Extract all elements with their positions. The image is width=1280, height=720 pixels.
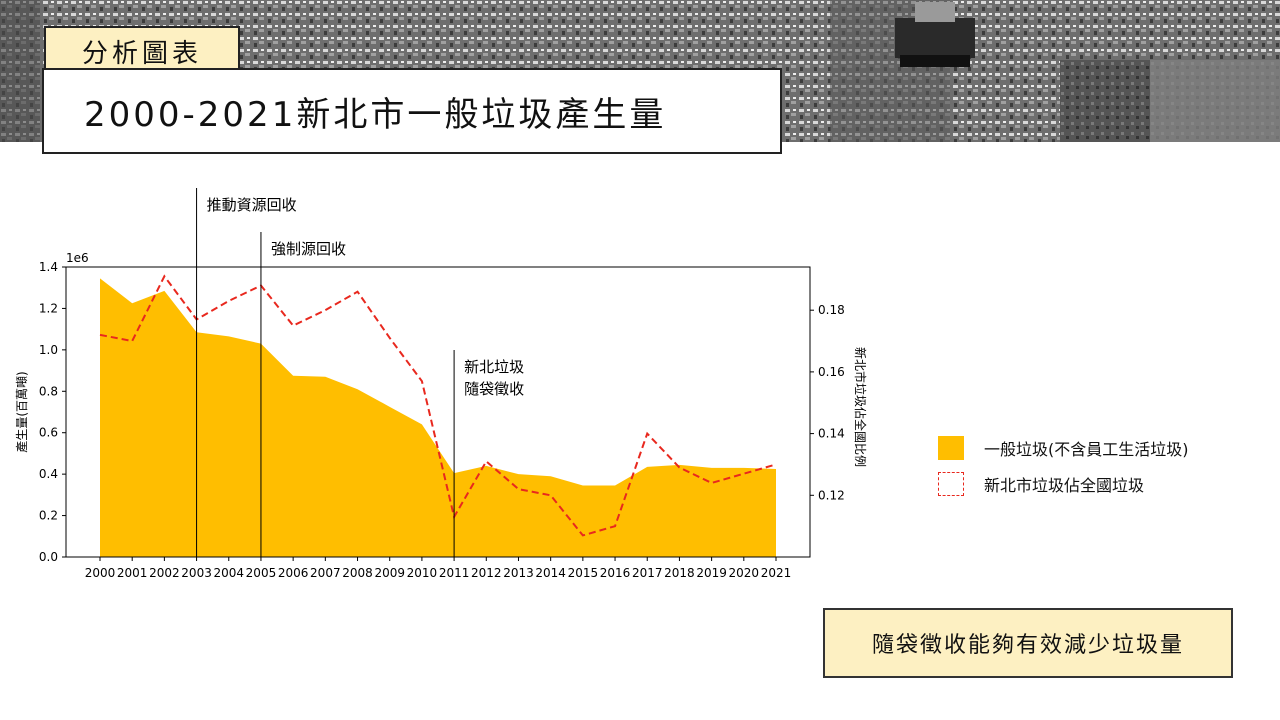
x-tick-label: 2007 (310, 566, 341, 580)
x-tick-label: 2002 (149, 566, 180, 580)
annotation-label-2003: 推動資源回收 (207, 196, 297, 214)
y2-axis-label: 新北市垃圾佔全國比例 (853, 347, 868, 467)
x-tick-label: 2010 (407, 566, 438, 580)
x-tick-label: 2021 (761, 566, 792, 580)
y-tick-label: 0.8 (39, 384, 58, 398)
annotation-label-2011: 隨袋徵收 (464, 380, 524, 398)
x-tick-label: 2020 (729, 566, 760, 580)
x-tick-label: 2016 (600, 566, 631, 580)
area-series-general-waste (100, 278, 776, 557)
y2-tick-label: 0.14 (818, 427, 845, 441)
legend-swatch-area (938, 436, 964, 460)
y-axis-label: 產生量(百萬噸) (14, 371, 29, 452)
legend-swatch-line (938, 472, 964, 496)
x-tick-label: 2008 (342, 566, 373, 580)
y2-tick-label: 0.12 (818, 488, 845, 502)
legend-label-area: 一般垃圾(不含員工生活垃圾) (984, 440, 1189, 459)
annotation-label-2005: 強制源回收 (271, 240, 346, 258)
y-offset-label: 1e6 (66, 251, 89, 265)
x-tick-label: 2018 (664, 566, 695, 580)
x-tick-label: 2006 (278, 566, 309, 580)
x-tick-label: 2015 (568, 566, 599, 580)
x-tick-label: 2012 (471, 566, 502, 580)
x-tick-label: 2013 (503, 566, 534, 580)
y-tick-label: 1.0 (39, 343, 58, 357)
x-tick-label: 2004 (213, 566, 244, 580)
y2-tick-label: 0.18 (818, 303, 845, 317)
x-tick-label: 2011 (439, 566, 470, 580)
x-tick-label: 2001 (117, 566, 148, 580)
x-tick-label: 2000 (85, 566, 116, 580)
y-tick-label: 0.0 (39, 550, 58, 564)
y-tick-label: 1.4 (39, 260, 58, 274)
x-tick-label: 2005 (246, 566, 277, 580)
x-tick-label: 2003 (181, 566, 212, 580)
x-tick-label: 2017 (632, 566, 663, 580)
legend-label-line: 新北市垃圾佔全國垃圾 (984, 476, 1145, 495)
y-tick-label: 0.2 (39, 509, 58, 523)
legend-item-line: 新北市垃圾佔全國垃圾 (938, 472, 1144, 496)
annotation-label-2011: 新北垃圾 (464, 358, 524, 376)
x-tick-label: 2014 (535, 566, 566, 580)
y2-tick-label: 0.16 (818, 365, 845, 379)
legend-item-area: 一般垃圾(不含員工生活垃圾) (938, 436, 1189, 460)
y-tick-label: 0.4 (39, 467, 58, 481)
conclusion-note: 隨袋徵收能夠有效減少垃圾量 (823, 608, 1233, 678)
y-tick-label: 0.6 (39, 426, 58, 440)
x-tick-label: 2019 (696, 566, 727, 580)
y-tick-label: 1.2 (39, 301, 58, 315)
x-tick-label: 2009 (374, 566, 405, 580)
